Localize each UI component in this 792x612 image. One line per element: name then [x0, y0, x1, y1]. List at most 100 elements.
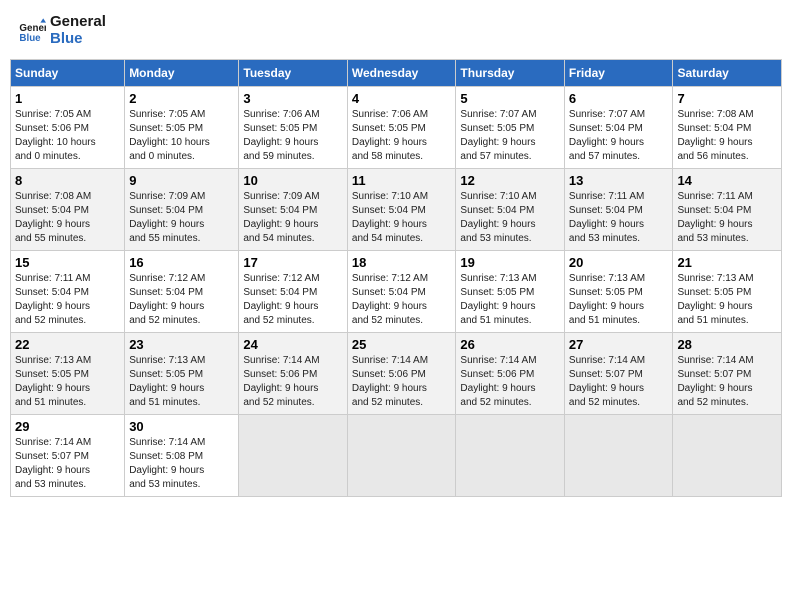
weekday-header: Sunday — [11, 60, 125, 87]
day-detail: Sunrise: 7:08 AMSunset: 5:04 PMDaylight:… — [15, 190, 120, 246]
calendar-day-cell: 15 Sunrise: 7:11 AMSunset: 5:04 PMDaylig… — [11, 251, 125, 333]
calendar-day-cell — [456, 415, 565, 497]
day-number: 7 — [677, 91, 777, 106]
calendar-day-cell: 3 Sunrise: 7:06 AMSunset: 5:05 PMDayligh… — [239, 87, 348, 169]
day-number: 24 — [243, 337, 343, 352]
calendar-day-cell: 2 Sunrise: 7:05 AMSunset: 5:05 PMDayligh… — [125, 87, 239, 169]
day-detail: Sunrise: 7:13 AMSunset: 5:05 PMDaylight:… — [677, 272, 777, 328]
calendar-week-row: 29 Sunrise: 7:14 AMSunset: 5:07 PMDaylig… — [11, 415, 782, 497]
day-number: 26 — [460, 337, 560, 352]
day-detail: Sunrise: 7:06 AMSunset: 5:05 PMDaylight:… — [352, 108, 452, 164]
day-detail: Sunrise: 7:14 AMSunset: 5:07 PMDaylight:… — [677, 354, 777, 410]
day-number: 30 — [129, 419, 234, 434]
calendar-day-cell: 20 Sunrise: 7:13 AMSunset: 5:05 PMDaylig… — [564, 251, 673, 333]
calendar-day-cell: 17 Sunrise: 7:12 AMSunset: 5:04 PMDaylig… — [239, 251, 348, 333]
page-header: General Blue General Blue — [10, 10, 782, 51]
day-detail: Sunrise: 7:13 AMSunset: 5:05 PMDaylight:… — [15, 354, 120, 410]
day-detail: Sunrise: 7:13 AMSunset: 5:05 PMDaylight:… — [129, 354, 234, 410]
weekday-header: Friday — [564, 60, 673, 87]
weekday-header: Wednesday — [347, 60, 456, 87]
day-detail: Sunrise: 7:13 AMSunset: 5:05 PMDaylight:… — [460, 272, 560, 328]
day-number: 28 — [677, 337, 777, 352]
calendar-day-cell: 4 Sunrise: 7:06 AMSunset: 5:05 PMDayligh… — [347, 87, 456, 169]
weekday-header-row: SundayMondayTuesdayWednesdayThursdayFrid… — [11, 60, 782, 87]
calendar-week-row: 8 Sunrise: 7:08 AMSunset: 5:04 PMDayligh… — [11, 169, 782, 251]
calendar-day-cell: 18 Sunrise: 7:12 AMSunset: 5:04 PMDaylig… — [347, 251, 456, 333]
day-number: 27 — [569, 337, 669, 352]
day-detail: Sunrise: 7:10 AMSunset: 5:04 PMDaylight:… — [460, 190, 560, 246]
day-number: 17 — [243, 255, 343, 270]
day-detail: Sunrise: 7:12 AMSunset: 5:04 PMDaylight:… — [352, 272, 452, 328]
day-number: 14 — [677, 173, 777, 188]
day-detail: Sunrise: 7:09 AMSunset: 5:04 PMDaylight:… — [243, 190, 343, 246]
calendar-day-cell: 14 Sunrise: 7:11 AMSunset: 5:04 PMDaylig… — [673, 169, 782, 251]
day-number: 2 — [129, 91, 234, 106]
calendar-day-cell: 21 Sunrise: 7:13 AMSunset: 5:05 PMDaylig… — [673, 251, 782, 333]
day-number: 16 — [129, 255, 234, 270]
calendar-day-cell — [673, 415, 782, 497]
calendar-day-cell — [564, 415, 673, 497]
day-number: 23 — [129, 337, 234, 352]
day-number: 15 — [15, 255, 120, 270]
calendar-day-cell: 25 Sunrise: 7:14 AMSunset: 5:06 PMDaylig… — [347, 333, 456, 415]
logo: General Blue General Blue — [18, 14, 106, 47]
calendar-week-row: 15 Sunrise: 7:11 AMSunset: 5:04 PMDaylig… — [11, 251, 782, 333]
calendar-day-cell: 11 Sunrise: 7:10 AMSunset: 5:04 PMDaylig… — [347, 169, 456, 251]
day-detail: Sunrise: 7:11 AMSunset: 5:04 PMDaylight:… — [677, 190, 777, 246]
day-detail: Sunrise: 7:14 AMSunset: 5:06 PMDaylight:… — [460, 354, 560, 410]
day-number: 19 — [460, 255, 560, 270]
calendar-day-cell — [239, 415, 348, 497]
day-number: 5 — [460, 91, 560, 106]
day-number: 9 — [129, 173, 234, 188]
day-detail: Sunrise: 7:06 AMSunset: 5:05 PMDaylight:… — [243, 108, 343, 164]
day-number: 12 — [460, 173, 560, 188]
calendar-day-cell: 26 Sunrise: 7:14 AMSunset: 5:06 PMDaylig… — [456, 333, 565, 415]
day-number: 8 — [15, 173, 120, 188]
day-detail: Sunrise: 7:13 AMSunset: 5:05 PMDaylight:… — [569, 272, 669, 328]
calendar-table: SundayMondayTuesdayWednesdayThursdayFrid… — [10, 59, 782, 497]
calendar-day-cell: 10 Sunrise: 7:09 AMSunset: 5:04 PMDaylig… — [239, 169, 348, 251]
day-detail: Sunrise: 7:05 AMSunset: 5:05 PMDaylight:… — [129, 108, 234, 164]
day-number: 20 — [569, 255, 669, 270]
day-number: 3 — [243, 91, 343, 106]
day-number: 29 — [15, 419, 120, 434]
day-number: 10 — [243, 173, 343, 188]
day-detail: Sunrise: 7:14 AMSunset: 5:07 PMDaylight:… — [15, 436, 120, 492]
day-number: 1 — [15, 91, 120, 106]
calendar-day-cell: 9 Sunrise: 7:09 AMSunset: 5:04 PMDayligh… — [125, 169, 239, 251]
day-detail: Sunrise: 7:10 AMSunset: 5:04 PMDaylight:… — [352, 190, 452, 246]
day-detail: Sunrise: 7:07 AMSunset: 5:04 PMDaylight:… — [569, 108, 669, 164]
weekday-header: Saturday — [673, 60, 782, 87]
day-number: 4 — [352, 91, 452, 106]
day-detail: Sunrise: 7:14 AMSunset: 5:06 PMDaylight:… — [243, 354, 343, 410]
day-detail: Sunrise: 7:14 AMSunset: 5:08 PMDaylight:… — [129, 436, 234, 492]
day-detail: Sunrise: 7:11 AMSunset: 5:04 PMDaylight:… — [569, 190, 669, 246]
calendar-day-cell: 8 Sunrise: 7:08 AMSunset: 5:04 PMDayligh… — [11, 169, 125, 251]
calendar-day-cell — [347, 415, 456, 497]
calendar-day-cell: 13 Sunrise: 7:11 AMSunset: 5:04 PMDaylig… — [564, 169, 673, 251]
calendar-week-row: 22 Sunrise: 7:13 AMSunset: 5:05 PMDaylig… — [11, 333, 782, 415]
day-number: 18 — [352, 255, 452, 270]
calendar-day-cell: 30 Sunrise: 7:14 AMSunset: 5:08 PMDaylig… — [125, 415, 239, 497]
calendar-day-cell: 6 Sunrise: 7:07 AMSunset: 5:04 PMDayligh… — [564, 87, 673, 169]
day-number: 11 — [352, 173, 452, 188]
calendar-day-cell: 1 Sunrise: 7:05 AMSunset: 5:06 PMDayligh… — [11, 87, 125, 169]
logo-icon: General Blue — [18, 17, 46, 45]
calendar-day-cell: 24 Sunrise: 7:14 AMSunset: 5:06 PMDaylig… — [239, 333, 348, 415]
day-detail: Sunrise: 7:14 AMSunset: 5:07 PMDaylight:… — [569, 354, 669, 410]
calendar-week-row: 1 Sunrise: 7:05 AMSunset: 5:06 PMDayligh… — [11, 87, 782, 169]
day-number: 6 — [569, 91, 669, 106]
weekday-header: Monday — [125, 60, 239, 87]
day-detail: Sunrise: 7:14 AMSunset: 5:06 PMDaylight:… — [352, 354, 452, 410]
calendar-day-cell: 23 Sunrise: 7:13 AMSunset: 5:05 PMDaylig… — [125, 333, 239, 415]
calendar-day-cell: 7 Sunrise: 7:08 AMSunset: 5:04 PMDayligh… — [673, 87, 782, 169]
day-number: 21 — [677, 255, 777, 270]
day-number: 13 — [569, 173, 669, 188]
day-detail: Sunrise: 7:08 AMSunset: 5:04 PMDaylight:… — [677, 108, 777, 164]
day-detail: Sunrise: 7:11 AMSunset: 5:04 PMDaylight:… — [15, 272, 120, 328]
weekday-header: Tuesday — [239, 60, 348, 87]
calendar-day-cell: 28 Sunrise: 7:14 AMSunset: 5:07 PMDaylig… — [673, 333, 782, 415]
day-detail: Sunrise: 7:12 AMSunset: 5:04 PMDaylight:… — [129, 272, 234, 328]
calendar-day-cell: 19 Sunrise: 7:13 AMSunset: 5:05 PMDaylig… — [456, 251, 565, 333]
svg-text:Blue: Blue — [19, 32, 41, 43]
